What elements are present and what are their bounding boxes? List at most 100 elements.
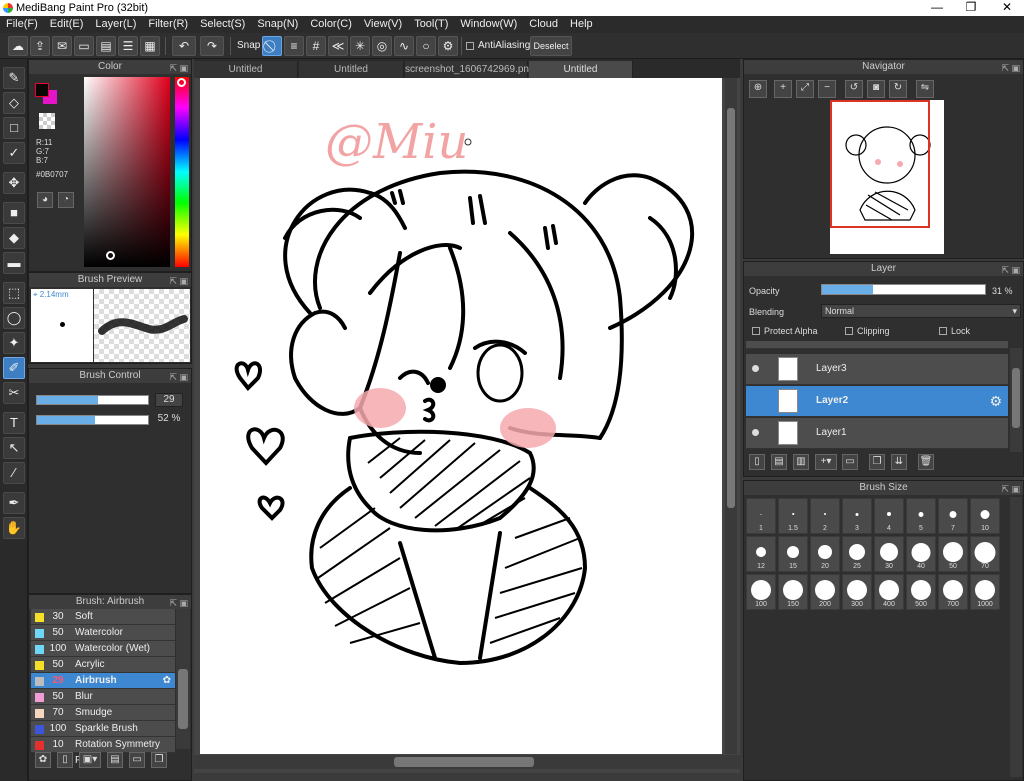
brush-size-value[interactable]: 29 [155, 393, 183, 407]
move-icon[interactable]: ✥ [3, 172, 25, 194]
brush-size-cell[interactable]: 500 [906, 574, 936, 610]
drawing-canvas[interactable]: @Miu [200, 78, 722, 754]
protect-alpha-checkbox[interactable] [752, 327, 760, 335]
brush-list-item[interactable]: 10Rotation Symmetry Pe [31, 737, 175, 766]
brush-size-cell[interactable]: 10 [970, 498, 1000, 534]
delete-layer-icon[interactable]: 🗑 [918, 454, 934, 470]
menu-edit[interactable]: Edit(E) [44, 16, 90, 30]
brush-list-item[interactable]: 30 Soft [31, 609, 175, 625]
dot-icon[interactable]: □ [3, 117, 25, 139]
brush-size-cell[interactable]: 2 [810, 498, 840, 534]
rotate-reset-icon[interactable]: ◙ [867, 80, 885, 98]
brush-size-cell[interactable]: 40 [906, 536, 936, 572]
zoom-in-icon[interactable]: + [774, 80, 792, 98]
navigator-thumbnail[interactable] [830, 100, 944, 254]
lasso-icon[interactable]: ◯ [3, 307, 25, 329]
minimize-button[interactable]: — [920, 0, 954, 16]
dot-eraser-icon[interactable]: ✓ [3, 142, 25, 164]
circle-snap-icon[interactable]: ○ [416, 36, 436, 56]
brush-size-cell[interactable]: 70 [970, 536, 1000, 572]
layer-folder-icon[interactable]: ▭ [842, 454, 858, 470]
curve-snap-icon[interactable]: ∿ [394, 36, 414, 56]
comment-icon[interactable]: ✉ [52, 36, 72, 56]
clipping-checkbox[interactable] [845, 327, 853, 335]
flip-icon[interactable]: ⇋ [916, 80, 934, 98]
brush-import-icon[interactable]: ▣▾ [79, 752, 101, 768]
menu-select[interactable]: Select(S) [194, 16, 251, 30]
brush-size-cell[interactable]: 300 [842, 574, 872, 610]
message-icon[interactable]: ▭ [74, 36, 94, 56]
menu-window[interactable]: Window(W) [454, 16, 523, 30]
brush-new-icon[interactable]: ▯ [57, 752, 73, 768]
radial-lines-icon[interactable]: ✳ [350, 36, 370, 56]
eyedropper-icon[interactable]: ⁄ [3, 462, 25, 484]
brush-size-scrollbar[interactable] [1010, 497, 1022, 777]
menu-filter[interactable]: Filter(R) [142, 16, 194, 30]
eraser-icon[interactable]: ◇ [3, 92, 25, 114]
text-icon[interactable]: T [3, 412, 25, 434]
layer-visibility-icon[interactable] [752, 365, 759, 372]
parallel-snap-icon[interactable]: ≡ [284, 36, 304, 56]
brush-folder-icon[interactable]: ▭ [129, 752, 145, 768]
canvas-vertical-scrollbar[interactable] [725, 78, 737, 754]
brush-size-cell[interactable]: 15 [778, 536, 808, 572]
brush-size-cell[interactable]: 25 [842, 536, 872, 572]
new-layer-icon[interactable]: ▯ [749, 454, 765, 470]
undo-icon[interactable]: ↶ [172, 36, 196, 56]
tab-untitled-2[interactable]: Untitled [299, 61, 404, 78]
redo-icon[interactable]: ↷ [200, 36, 224, 56]
brush-list-item[interactable]: 50 Acrylic [31, 657, 175, 673]
snap-settings-icon[interactable]: ⚙ [438, 36, 458, 56]
cloud-icon[interactable]: ☁ [8, 36, 28, 56]
deselect-button[interactable]: Deselect [530, 36, 572, 56]
menu-cloud[interactable]: Cloud [523, 16, 564, 30]
brush-opacity-slider[interactable] [36, 415, 149, 425]
brush-add-icon[interactable]: ✿ [35, 752, 51, 768]
layer-row[interactable]: Layer2 ⚙ [746, 386, 1008, 417]
brush-list-item[interactable]: 100 Sparkle Brush [31, 721, 175, 737]
saturation-value-picker[interactable] [84, 77, 170, 267]
new-color-layer-icon[interactable]: ▥ [793, 454, 809, 470]
brush-list-item[interactable]: 70 Smudge [31, 705, 175, 721]
brush-size-cell[interactable]: 200 [810, 574, 840, 610]
brush-size-cell[interactable]: 5 [906, 498, 936, 534]
restore-button[interactable]: ❐ [954, 0, 988, 16]
hand-icon[interactable]: ✋ [3, 517, 25, 539]
brush-size-cell[interactable]: 7 [938, 498, 968, 534]
new-halftone-layer-icon[interactable]: ▤ [771, 454, 787, 470]
zoom-icon[interactable]: ⊕ [749, 80, 767, 98]
tab-untitled-active[interactable]: Untitled [529, 61, 633, 78]
grid-snap-icon[interactable]: # [306, 36, 326, 56]
layer-scroll-thumb[interactable] [1012, 368, 1020, 428]
brush-list-item[interactable]: 50 Blur [31, 689, 175, 705]
layer-row-partial[interactable] [746, 341, 1008, 349]
hue-cursor[interactable] [177, 78, 186, 87]
antialias-checkbox[interactable] [466, 42, 474, 50]
canvas-vscroll-thumb[interactable] [727, 108, 735, 508]
transparent-color-swatch[interactable] [39, 113, 55, 129]
tab-untitled-1[interactable]: Untitled [194, 61, 298, 78]
brush-size-cell[interactable]: 30 [874, 536, 904, 572]
viewport-rectangle[interactable] [830, 100, 930, 228]
tab-screenshot[interactable]: screenshot_1606742969.png [405, 61, 535, 78]
brush-size-cell[interactable]: 50 [938, 536, 968, 572]
select-rect-icon[interactable]: ⬚ [3, 282, 25, 304]
brush-size-cell[interactable]: 3 [842, 498, 872, 534]
brush-duplicate-icon[interactable]: ❐ [151, 752, 167, 768]
canvas-horizontal-scrollbar[interactable] [194, 755, 740, 769]
menu-layer[interactable]: Layer(L) [89, 16, 142, 30]
menu-view[interactable]: View(V) [358, 16, 408, 30]
brush-list-item[interactable]: 100 Watercolor (Wet) [31, 641, 175, 657]
shape-icon[interactable]: ■ [3, 202, 25, 224]
upload-icon[interactable]: ⇪ [30, 36, 50, 56]
layer-list-scrollbar[interactable] [1010, 348, 1022, 452]
brush-list-scroll-thumb[interactable] [178, 669, 188, 729]
snap-off-icon[interactable]: ⃠ [262, 36, 282, 56]
bucket-icon[interactable]: ◆ [3, 227, 25, 249]
brush-size-cell[interactable]: 12 [746, 536, 776, 572]
grid-icon[interactable]: ▦ [140, 36, 160, 56]
concentric-snap-icon[interactable]: ◎ [372, 36, 392, 56]
duplicate-layer-icon[interactable]: ❐ [869, 454, 885, 470]
canvas-hscroll-thumb[interactable] [394, 757, 534, 767]
brush-list-item[interactable]: 29 Airbrush ✿ [31, 673, 175, 689]
